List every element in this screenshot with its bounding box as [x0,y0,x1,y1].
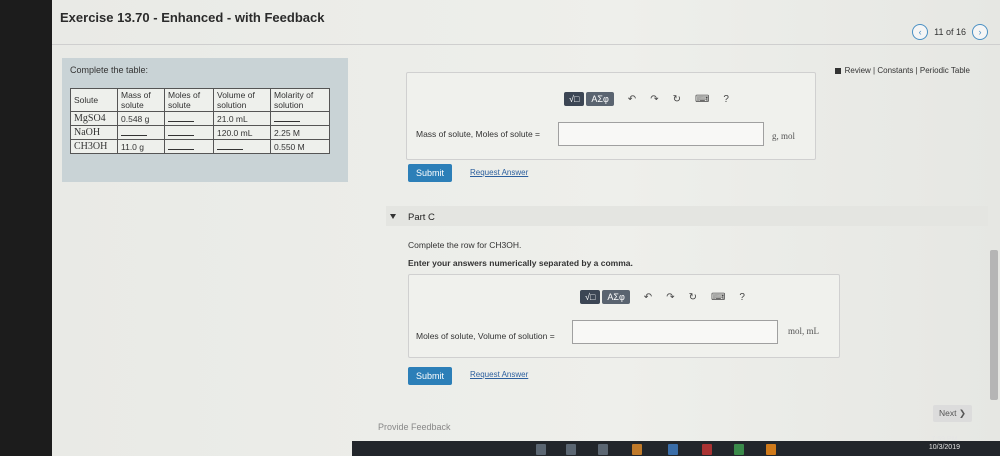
pager-text: 11 of 16 [934,27,966,37]
clock-time: 7:59 PM [931,436,958,443]
table-row: NaOH 120.0 mL 2.25 M [70,125,330,140]
table-cell: MgSO4 [70,111,118,126]
page-title: Exercise 13.70 - Enhanced - with Feedbac… [60,10,325,25]
keyboard-icon[interactable]: ⌨ [695,94,709,105]
app-icon[interactable] [702,444,712,455]
square-icon [834,67,841,74]
unit-label-b: g, mol [772,131,796,141]
symbols-button[interactable]: ΑΣφ [602,290,630,304]
part-c-instruction-2: Enter your answers numerically separated… [408,258,633,268]
math-toolbar-c: √□ ΑΣφ ↶ ↷ ↻ ⌨ ? [580,290,745,304]
table-cell: 11.0 g [117,139,165,154]
answer-input-c[interactable] [572,320,778,344]
table-cell: 0.548 g [117,111,165,126]
table-cell [164,111,214,126]
part-c-title[interactable]: Part C [408,212,435,223]
screen: Exercise 13.70 - Enhanced - with Feedbac… [52,0,1000,456]
answer-label-c: Moles of solute, Volume of solution = [416,331,555,341]
table-cell [117,125,165,140]
review-links[interactable]: Review | Constants | Periodic Table [834,66,970,75]
col-header: Molarity of solution [270,88,330,112]
request-answer-link-b[interactable]: Request Answer [470,168,528,177]
table-cell [270,111,330,126]
table-cell [213,139,271,154]
chevron-left-icon[interactable]: ‹ [912,24,929,40]
table-cell [164,125,214,140]
app-icon[interactable] [566,444,576,455]
app-icon[interactable] [598,444,608,455]
col-header: Solute [70,88,118,112]
table-header-row: Solute Mass of solute Moles of solute Vo… [70,88,330,112]
table-cell: CH3OH [70,139,118,154]
submit-button-c[interactable]: Submit [408,367,453,385]
table-cell: 0.550 M [270,139,330,154]
redo-icon[interactable]: ↷ [650,94,658,105]
app-icon[interactable] [668,444,678,455]
templates-button[interactable]: √□ [564,92,585,106]
app-icon[interactable] [766,444,776,455]
answer-input-b[interactable] [558,122,764,146]
app-icon[interactable] [536,444,546,455]
chevron-right-icon[interactable]: › [972,24,988,40]
panel-title: Complete the table: [70,65,149,75]
table-cell [164,139,214,154]
table-panel: Complete the table: Solute Mass of solut… [62,58,348,182]
provide-feedback-link[interactable]: Provide Feedback [378,422,451,432]
next-button[interactable]: Next ❯ [933,405,972,422]
templates-button[interactable]: √□ [580,290,601,304]
data-table: Solute Mass of solute Moles of solute Vo… [70,88,330,154]
scrollbar-thumb[interactable] [990,250,998,400]
undo-icon[interactable]: ↶ [644,292,652,303]
math-toolbar-b: √□ ΑΣφ ↶ ↷ ↻ ⌨ ? [564,92,729,106]
reset-icon[interactable]: ↻ [689,292,697,303]
help-icon[interactable]: ? [723,94,729,105]
app-icon[interactable] [632,444,642,455]
app-icon[interactable] [734,444,744,455]
unit-label-c: mol, mL [788,326,819,336]
divider [52,44,1000,45]
part-c-instruction: Complete the row for CH3OH. [408,240,522,250]
answer-box-b [406,72,816,160]
request-answer-link-c[interactable]: Request Answer [470,370,528,379]
table-row: CH3OH 11.0 g 0.550 M [70,139,330,154]
undo-icon[interactable]: ↶ [628,94,636,105]
answer-box-c [408,274,840,358]
clock-date: 10/3/2019 [928,444,960,451]
part-c-header[interactable] [386,206,988,226]
review-links-text[interactable]: Review | Constants | Periodic Table [845,66,970,75]
pager: ‹ 11 of 16 › [912,24,988,40]
submit-button-b[interactable]: Submit [408,164,453,182]
table-cell: 21.0 mL [213,111,271,126]
keyboard-icon[interactable]: ⌨ [711,292,725,303]
table-cell: 2.25 M [270,125,330,140]
symbols-button[interactable]: ΑΣφ [586,92,614,106]
col-header: Moles of solute [164,88,214,112]
col-header: Mass of solute [117,88,165,112]
system-clock[interactable]: 7:59 PM 10/3/2019 [929,436,960,452]
col-header: Volume of solution [213,88,271,112]
answer-label-b: Mass of solute, Moles of solute = [416,129,541,139]
help-icon[interactable]: ? [739,292,745,303]
caret-down-icon[interactable] [390,214,396,219]
table-row: MgSO4 0.548 g 21.0 mL [70,111,330,126]
redo-icon[interactable]: ↷ [666,292,674,303]
reset-icon[interactable]: ↻ [673,94,681,105]
table-cell: NaOH [70,125,118,140]
table-cell: 120.0 mL [213,125,271,140]
